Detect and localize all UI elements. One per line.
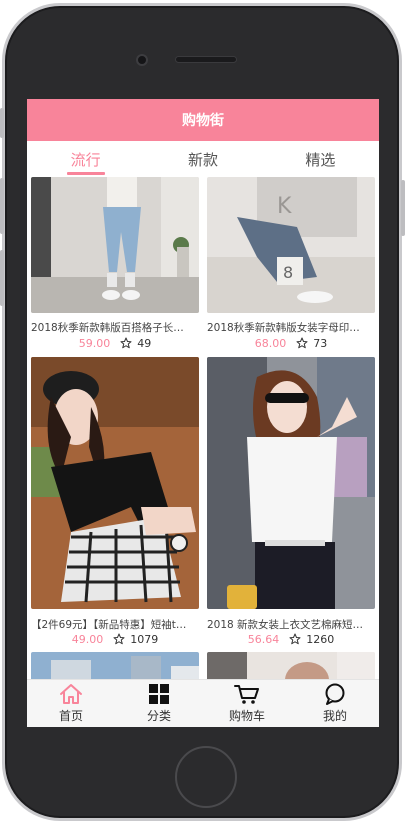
goods-favorites: 1079 (130, 633, 159, 646)
side-button-power (401, 180, 405, 236)
goods-info: 68.00 73 (207, 337, 375, 350)
goods-item[interactable]: 【2件69元】【新品特惠】短袖t… 49.00 1079 (31, 357, 199, 650)
goods-favorites: 1260 (306, 633, 335, 646)
tabbar-item-profile[interactable]: 我的 (291, 680, 379, 727)
tabbar-label: 我的 (322, 709, 347, 723)
goods-item[interactable]: 2018 新款女装上衣文艺棉麻短… 56.64 1260 (207, 357, 375, 650)
tab-popular[interactable]: 流行 (27, 141, 144, 177)
tabbar-item-category[interactable]: 分类 (115, 680, 203, 727)
goods-info: 56.64 1260 (207, 633, 375, 646)
side-button-volume-up (0, 178, 4, 234)
nav-bar: 购物街 (27, 99, 379, 141)
goods-image[interactable]: K 8 (207, 177, 375, 313)
goods-image[interactable] (207, 357, 375, 609)
goods-image[interactable] (31, 177, 199, 313)
tab-active-indicator (66, 172, 105, 175)
star-icon (289, 633, 301, 645)
goods-image[interactable] (31, 357, 199, 609)
star-icon (296, 337, 308, 349)
goods-title: 2018秋季新款韩版女装字母印… (207, 322, 360, 334)
goods-info: 59.00 49 (31, 337, 199, 350)
goods-image[interactable] (207, 652, 375, 679)
goods-info: 49.00 1079 (31, 633, 199, 646)
side-button-volume-down (0, 250, 4, 306)
goods-item[interactable] (31, 652, 199, 679)
tabbar-item-home[interactable]: 首页 (27, 680, 115, 727)
side-button-silent (0, 108, 4, 138)
app-screen: 购物街 流行 新款 精选 2018秋季新款韩版百搭格子长… 59.00 49 K… (27, 99, 379, 727)
tab-control: 流行 新款 精选 (27, 141, 379, 177)
home-icon (60, 684, 82, 704)
category-grid-icon (149, 684, 169, 704)
front-camera (136, 54, 148, 66)
goods-favorites: 73 (313, 337, 328, 350)
goods-title: 2018 新款女装上衣文艺棉麻短… (207, 619, 364, 631)
goods-title: 2018秋季新款韩版百搭格子长… (31, 322, 184, 334)
tab-selected[interactable]: 精选 (262, 141, 379, 177)
goods-list[interactable]: 2018秋季新款韩版百搭格子长… 59.00 49 K 8 2018秋季新款韩版… (27, 177, 379, 679)
svg-text:K: K (277, 194, 292, 219)
home-button[interactable] (175, 746, 237, 808)
tabbar-label: 购物车 (228, 709, 265, 723)
star-icon (113, 633, 125, 645)
goods-image[interactable] (31, 652, 199, 679)
goods-price: 68.00 (254, 337, 287, 350)
goods-price: 49.00 (71, 633, 104, 646)
tab-label: 流行 (70, 150, 101, 169)
goods-item[interactable] (207, 652, 375, 679)
goods-item[interactable]: 2018秋季新款韩版百搭格子长… 59.00 49 (31, 177, 199, 355)
goods-price: 56.64 (247, 633, 280, 646)
star-icon (120, 337, 132, 349)
cart-icon (234, 685, 259, 704)
goods-title: 【2件69元】【新品特惠】短袖t… (31, 619, 187, 631)
tab-label: 精选 (305, 150, 336, 169)
goods-item[interactable]: K 8 2018秋季新款韩版女装字母印… 68.00 73 (207, 177, 375, 355)
tabbar-label: 分类 (146, 709, 171, 723)
tabbar-item-cart[interactable]: 购物车 (203, 680, 291, 727)
svg-text:8: 8 (283, 263, 293, 282)
goods-favorites: 49 (137, 337, 152, 350)
tab-label: 新款 (187, 150, 218, 169)
nav-title: 购物街 (182, 113, 224, 129)
tabbar-label: 首页 (58, 709, 83, 723)
earpiece-speaker (175, 56, 237, 63)
tab-new[interactable]: 新款 (144, 141, 261, 177)
profile-chat-icon (325, 683, 345, 705)
bottom-tab-bar: 首页 分类 购物车 我的 (27, 679, 379, 727)
goods-price: 59.00 (78, 337, 111, 350)
